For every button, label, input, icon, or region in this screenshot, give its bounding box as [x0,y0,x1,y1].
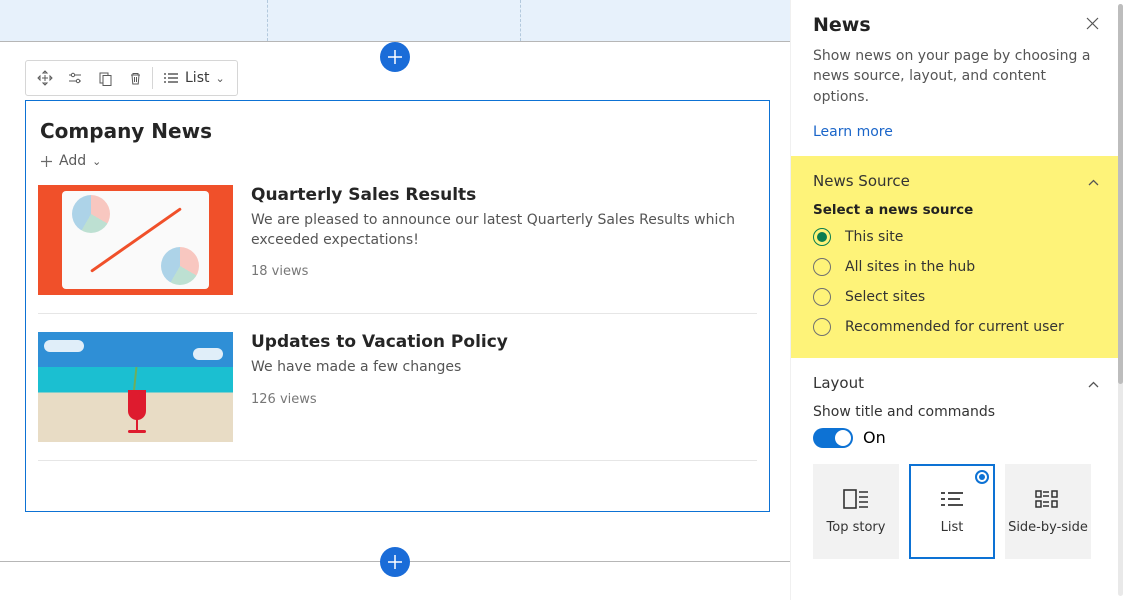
news-item-views: 126 views [251,392,757,407]
radio-label: All sites in the hub [845,259,975,275]
chevron-down-icon: ⌄ [215,72,224,85]
radio-select-sites[interactable]: Select sites [813,288,1099,306]
list-layout-icon [938,488,966,510]
news-item-title: Quarterly Sales Results [251,185,757,205]
toolbar-separator [152,67,153,89]
section-band-top [0,0,790,42]
move-icon [37,70,53,86]
show-title-label: Show title and commands [813,404,1099,420]
radio-all-hub-sites[interactable]: All sites in the hub [813,258,1099,276]
section-heading: Layout [813,374,864,392]
layout-dropdown-label: List [185,70,209,86]
show-title-toggle[interactable] [813,428,853,448]
close-icon [1086,17,1099,30]
layout-tile-top-story[interactable]: Top story [813,464,899,559]
radio-icon [813,258,831,276]
editor-canvas: List ⌄ Company News Add ⌄ Quarterly Sale… [0,0,790,600]
list-icon [163,72,179,84]
news-list-item[interactable]: Quarterly Sales Results We are pleased t… [38,185,757,314]
chevron-down-icon: ⌄ [92,155,101,168]
selected-indicator-icon [975,470,989,484]
news-thumbnail [38,185,233,295]
webpart-toolbar: List ⌄ [25,60,238,96]
toggle-state-label: On [863,428,886,447]
news-list-item[interactable]: Updates to Vacation Policy We have made … [38,332,757,461]
panel-scrollbar[interactable] [1118,4,1123,596]
news-item-title: Updates to Vacation Policy [251,332,757,352]
trash-icon [128,71,143,86]
panel-title: News [813,14,871,36]
collapse-button[interactable] [1088,172,1099,190]
tile-label: List [941,520,964,535]
move-handle[interactable] [30,63,60,93]
delete-button[interactable] [120,63,150,93]
copy-icon [98,71,113,86]
plus-icon [388,50,402,64]
news-thumbnail [38,332,233,442]
radio-label: This site [845,229,903,245]
sliders-icon [67,70,83,86]
close-button[interactable] [1086,17,1099,34]
edit-settings[interactable] [60,63,90,93]
radio-icon [813,318,831,336]
layout-section: Layout Show title and commands On Top st… [813,358,1119,559]
add-section-button-bottom[interactable] [380,547,410,577]
add-section-button-top[interactable] [380,42,410,72]
layout-dropdown[interactable]: List ⌄ [155,70,233,86]
radio-icon [813,288,831,306]
tile-label: Top story [827,520,886,535]
radio-this-site[interactable]: This site [813,228,1099,246]
source-sublabel: Select a news source [813,202,1099,218]
column-divider [520,0,521,41]
chevron-up-icon [1088,179,1099,186]
chevron-up-icon [1088,381,1099,388]
layout-tile-list[interactable]: List [909,464,995,559]
news-item-views: 18 views [251,264,757,279]
news-item-desc: We have made a few changes [251,358,757,378]
duplicate-button[interactable] [90,63,120,93]
plus-icon [388,555,402,569]
column-divider [267,0,268,41]
webpart-title[interactable]: Company News [38,119,757,143]
learn-more-link[interactable]: Learn more [813,124,893,140]
tile-label: Side-by-side [1008,520,1088,535]
panel-description: Show news on your page by choosing a new… [813,46,1119,107]
collapse-button[interactable] [1088,374,1099,392]
layout-tile-side-by-side[interactable]: Side-by-side [1005,464,1091,559]
radio-recommended[interactable]: Recommended for current user [813,318,1099,336]
radio-label: Recommended for current user [845,319,1064,335]
top-story-icon [842,488,870,510]
radio-icon [813,228,831,246]
news-source-section: News Source Select a news source This si… [791,156,1123,358]
section-heading: News Source [813,172,910,190]
news-webpart[interactable]: Company News Add ⌄ Quarterly Sales Resul… [25,100,770,512]
property-panel: News Show news on your page by choosing … [790,0,1123,600]
radio-label: Select sites [845,289,925,305]
add-label: Add [59,153,86,169]
add-news-button[interactable]: Add ⌄ [40,153,757,169]
plus-icon [40,155,53,168]
side-by-side-icon [1034,488,1062,510]
news-item-desc: We are pleased to announce our latest Qu… [251,211,757,250]
